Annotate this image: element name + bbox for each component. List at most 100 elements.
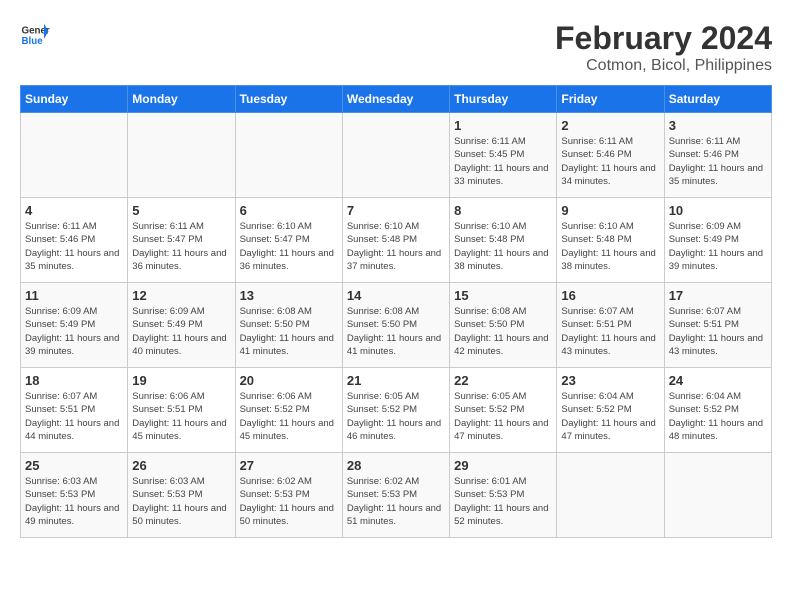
day-number: 1 <box>454 118 552 133</box>
day-info: Sunrise: 6:08 AMSunset: 5:50 PMDaylight:… <box>240 305 338 358</box>
calendar-cell: 20 Sunrise: 6:06 AMSunset: 5:52 PMDayligh… <box>235 368 342 453</box>
day-number: 22 <box>454 373 552 388</box>
calendar-week-2: 4 Sunrise: 6:11 AMSunset: 5:46 PMDaylight… <box>21 198 772 283</box>
day-info: Sunrise: 6:02 AMSunset: 5:53 PMDaylight:… <box>240 475 338 528</box>
day-number: 24 <box>669 373 767 388</box>
day-info: Sunrise: 6:06 AMSunset: 5:52 PMDaylight:… <box>240 390 338 443</box>
calendar-cell <box>664 453 771 538</box>
day-number: 9 <box>561 203 659 218</box>
calendar-cell: 24 Sunrise: 6:04 AMSunset: 5:52 PMDayligh… <box>664 368 771 453</box>
day-number: 26 <box>132 458 230 473</box>
day-number: 5 <box>132 203 230 218</box>
day-info: Sunrise: 6:11 AMSunset: 5:47 PMDaylight:… <box>132 220 230 273</box>
day-number: 13 <box>240 288 338 303</box>
day-info: Sunrise: 6:09 AMSunset: 5:49 PMDaylight:… <box>132 305 230 358</box>
weekday-header-saturday: Saturday <box>664 86 771 113</box>
weekday-header-row: SundayMondayTuesdayWednesdayThursdayFrid… <box>21 86 772 113</box>
calendar-cell: 23Sunrise: 6:04 AMSunset: 5:52 PMDayligh… <box>557 368 664 453</box>
calendar-week-5: 25 Sunrise: 6:03 AMSunset: 5:53 PMDayligh… <box>21 453 772 538</box>
day-info: Sunrise: 6:05 AMSunset: 5:52 PMDaylight:… <box>454 390 552 443</box>
weekday-header-friday: Friday <box>557 86 664 113</box>
calendar-cell: 10 Sunrise: 6:09 AMSunset: 5:49 PMDayligh… <box>664 198 771 283</box>
day-info: Sunrise: 6:03 AMSunset: 5:53 PMDaylight:… <box>132 475 230 528</box>
calendar-cell: 22 Sunrise: 6:05 AMSunset: 5:52 PMDayligh… <box>450 368 557 453</box>
calendar-cell: 15Sunrise: 6:08 AMSunset: 5:50 PMDayligh… <box>450 283 557 368</box>
header: General Blue February 2024 Cotmon, Bicol… <box>20 20 772 75</box>
weekday-header-wednesday: Wednesday <box>342 86 449 113</box>
calendar-cell: 2 Sunrise: 6:11 AMSunset: 5:46 PMDaylight… <box>557 113 664 198</box>
logo-icon: General Blue <box>20 20 50 50</box>
day-info: Sunrise: 6:03 AMSunset: 5:53 PMDaylight:… <box>25 475 123 528</box>
calendar-cell <box>235 113 342 198</box>
day-info: Sunrise: 6:11 AMSunset: 5:46 PMDaylight:… <box>25 220 123 273</box>
calendar-cell: 9 Sunrise: 6:10 AMSunset: 5:48 PMDaylight… <box>557 198 664 283</box>
svg-text:Blue: Blue <box>22 36 44 47</box>
calendar-cell <box>557 453 664 538</box>
day-number: 27 <box>240 458 338 473</box>
calendar-cell <box>128 113 235 198</box>
day-info: Sunrise: 6:10 AMSunset: 5:47 PMDaylight:… <box>240 220 338 273</box>
calendar-cell: 25 Sunrise: 6:03 AMSunset: 5:53 PMDayligh… <box>21 453 128 538</box>
weekday-header-monday: Monday <box>128 86 235 113</box>
day-info: Sunrise: 6:07 AMSunset: 5:51 PMDaylight:… <box>25 390 123 443</box>
day-info: Sunrise: 6:09 AMSunset: 5:49 PMDaylight:… <box>669 220 767 273</box>
day-info: Sunrise: 6:08 AMSunset: 5:50 PMDaylight:… <box>347 305 445 358</box>
calendar-cell: 28 Sunrise: 6:02 AMSunset: 5:53 PMDayligh… <box>342 453 449 538</box>
logo: General Blue <box>20 20 50 50</box>
calendar-cell: 29 Sunrise: 6:01 AMSunset: 5:53 PMDayligh… <box>450 453 557 538</box>
day-info: Sunrise: 6:11 AMSunset: 5:46 PMDaylight:… <box>561 135 659 188</box>
day-number: 19 <box>132 373 230 388</box>
day-info: Sunrise: 6:05 AMSunset: 5:52 PMDaylight:… <box>347 390 445 443</box>
day-number: 12 <box>132 288 230 303</box>
calendar-cell: 14 Sunrise: 6:08 AMSunset: 5:50 PMDayligh… <box>342 283 449 368</box>
weekday-header-sunday: Sunday <box>21 86 128 113</box>
day-number: 7 <box>347 203 445 218</box>
day-number: 28 <box>347 458 445 473</box>
day-info: Sunrise: 6:02 AMSunset: 5:53 PMDaylight:… <box>347 475 445 528</box>
calendar-cell: 3Sunrise: 6:11 AMSunset: 5:46 PMDaylight… <box>664 113 771 198</box>
calendar-cell: 6 Sunrise: 6:10 AMSunset: 5:47 PMDaylight… <box>235 198 342 283</box>
calendar-cell <box>21 113 128 198</box>
day-info: Sunrise: 6:10 AMSunset: 5:48 PMDaylight:… <box>347 220 445 273</box>
calendar-cell: 19 Sunrise: 6:06 AMSunset: 5:51 PMDayligh… <box>128 368 235 453</box>
day-number: 3 <box>669 118 767 133</box>
calendar-week-1: 1 Sunrise: 6:11 AMSunset: 5:45 PMDaylight… <box>21 113 772 198</box>
day-info: Sunrise: 6:11 AMSunset: 5:45 PMDaylight:… <box>454 135 552 188</box>
calendar-week-4: 18Sunrise: 6:07 AMSunset: 5:51 PMDayligh… <box>21 368 772 453</box>
day-number: 14 <box>347 288 445 303</box>
weekday-header-thursday: Thursday <box>450 86 557 113</box>
day-number: 17 <box>669 288 767 303</box>
title-section: February 2024 Cotmon, Bicol, Philippines <box>555 20 772 75</box>
calendar-cell <box>342 113 449 198</box>
calendar-cell: 4 Sunrise: 6:11 AMSunset: 5:46 PMDaylight… <box>21 198 128 283</box>
day-number: 21 <box>347 373 445 388</box>
day-number: 25 <box>25 458 123 473</box>
calendar-cell: 7 Sunrise: 6:10 AMSunset: 5:48 PMDaylight… <box>342 198 449 283</box>
calendar-cell: 5 Sunrise: 6:11 AMSunset: 5:47 PMDaylight… <box>128 198 235 283</box>
calendar-cell: 18Sunrise: 6:07 AMSunset: 5:51 PMDayligh… <box>21 368 128 453</box>
weekday-header-tuesday: Tuesday <box>235 86 342 113</box>
day-number: 11 <box>25 288 123 303</box>
calendar-cell: 1 Sunrise: 6:11 AMSunset: 5:45 PMDaylight… <box>450 113 557 198</box>
day-info: Sunrise: 6:04 AMSunset: 5:52 PMDaylight:… <box>669 390 767 443</box>
day-number: 6 <box>240 203 338 218</box>
day-info: Sunrise: 6:04 AMSunset: 5:52 PMDaylight:… <box>561 390 659 443</box>
day-number: 16 <box>561 288 659 303</box>
calendar-cell: 13 Sunrise: 6:08 AMSunset: 5:50 PMDayligh… <box>235 283 342 368</box>
calendar-cell: 21 Sunrise: 6:05 AMSunset: 5:52 PMDayligh… <box>342 368 449 453</box>
day-number: 29 <box>454 458 552 473</box>
calendar-cell: 26 Sunrise: 6:03 AMSunset: 5:53 PMDayligh… <box>128 453 235 538</box>
day-info: Sunrise: 6:06 AMSunset: 5:51 PMDaylight:… <box>132 390 230 443</box>
day-number: 8 <box>454 203 552 218</box>
day-number: 10 <box>669 203 767 218</box>
day-info: Sunrise: 6:10 AMSunset: 5:48 PMDaylight:… <box>561 220 659 273</box>
subtitle: Cotmon, Bicol, Philippines <box>555 57 772 75</box>
day-info: Sunrise: 6:01 AMSunset: 5:53 PMDaylight:… <box>454 475 552 528</box>
day-number: 20 <box>240 373 338 388</box>
day-info: Sunrise: 6:09 AMSunset: 5:49 PMDaylight:… <box>25 305 123 358</box>
calendar-cell: 8Sunrise: 6:10 AMSunset: 5:48 PMDaylight… <box>450 198 557 283</box>
day-info: Sunrise: 6:07 AMSunset: 5:51 PMDaylight:… <box>669 305 767 358</box>
calendar-cell: 27 Sunrise: 6:02 AMSunset: 5:53 PMDayligh… <box>235 453 342 538</box>
day-number: 2 <box>561 118 659 133</box>
day-number: 4 <box>25 203 123 218</box>
